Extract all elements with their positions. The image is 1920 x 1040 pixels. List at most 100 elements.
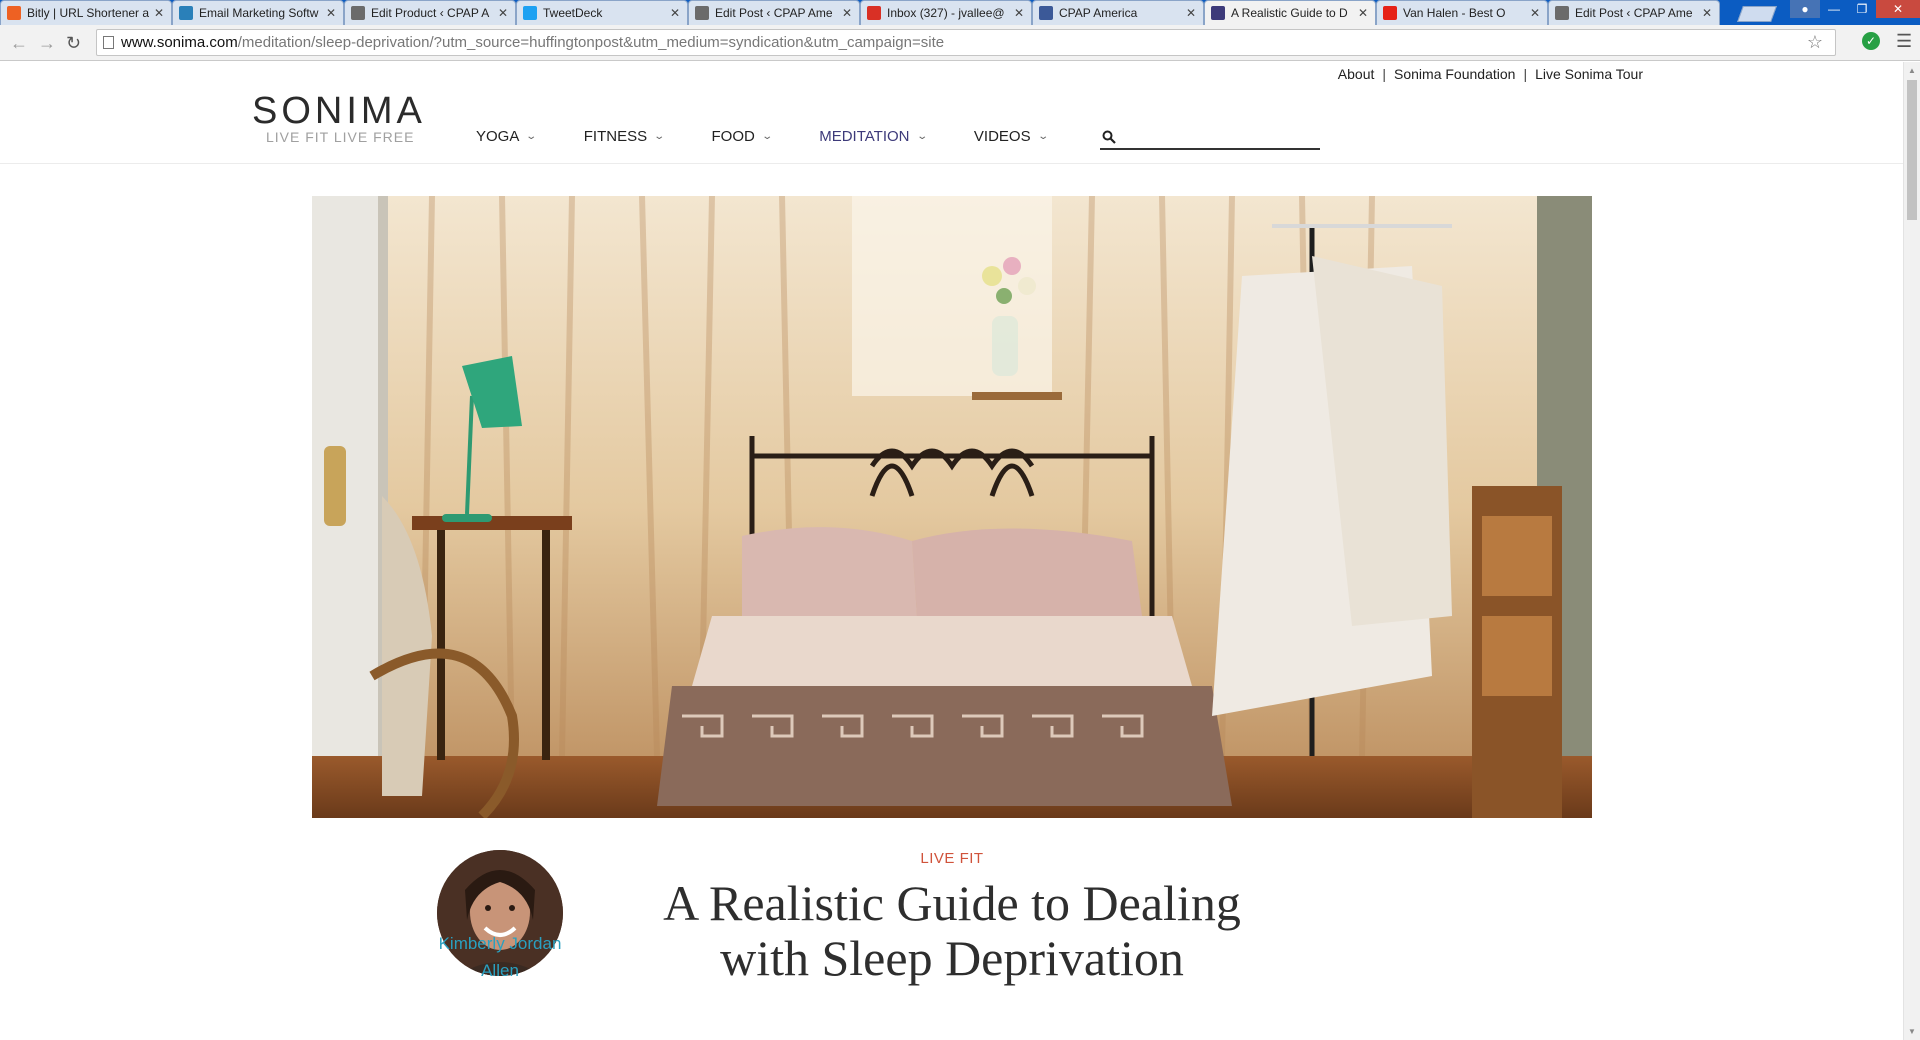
url-path: /meditation/sleep-deprivation/?utm_sourc…	[237, 34, 945, 51]
chevron-down-icon: ⌄	[525, 131, 538, 142]
tab-favicon-icon	[1039, 6, 1053, 20]
tab-close-icon[interactable]: ✕	[1357, 6, 1369, 20]
author-name-line2: Allen	[481, 961, 519, 980]
page-icon	[103, 36, 114, 49]
window-controls: ● — ❐ ✕	[1790, 0, 1920, 20]
nav-yoga[interactable]: YOGA ⌄	[476, 128, 538, 145]
site-header: About | Sonima Foundation | Live Sonima …	[0, 62, 1903, 164]
live-sonima-tour-link[interactable]: Live Sonima Tour	[1535, 66, 1643, 82]
article-kicker[interactable]: LIVE FIT	[900, 850, 1004, 867]
nav-label: FOOD	[711, 128, 755, 145]
tab-favicon-icon	[1555, 6, 1569, 20]
tab-close-icon[interactable]: ✕	[325, 6, 337, 20]
nav-label: VIDEOS	[973, 128, 1031, 145]
author-name-line1: Kimberly Jordan	[438, 934, 562, 953]
tab-title: TweetDeck	[543, 6, 603, 20]
tab-favicon-icon	[867, 6, 881, 20]
browser-tab[interactable]: Inbox (327) - jvallee@ ✕	[860, 0, 1032, 25]
tab-close-icon[interactable]: ✕	[1013, 6, 1025, 20]
nav-label: YOGA	[476, 128, 520, 145]
tab-title: Edit Post ‹ CPAP Ame	[715, 6, 833, 20]
nav-label: FITNESS	[583, 128, 648, 145]
address-bar-row: ← → ↻ www.sonima.com/meditation/sleep-de…	[0, 25, 1920, 61]
browser-tab[interactable]: CPAP America ✕	[1032, 0, 1204, 25]
tab-close-icon[interactable]: ✕	[1529, 6, 1541, 20]
browser-menu-icon[interactable]: ☰	[1896, 31, 1912, 52]
bedroom-photo	[312, 196, 1592, 818]
tab-strip: Bitly | URL Shortener a ✕ Email Marketing …	[0, 0, 1920, 25]
tab-favicon-icon	[695, 6, 709, 20]
browser-tab[interactable]: TweetDeck ✕	[516, 0, 688, 25]
article-title-line2: with Sleep Deprivation	[720, 930, 1184, 986]
utility-links: About | Sonima Foundation | Live Sonima …	[1338, 66, 1643, 82]
nav-food[interactable]: FOOD ⌄	[711, 128, 773, 145]
tab-title: Edit Product ‹ CPAP A	[371, 6, 490, 20]
page-viewport: About | Sonima Foundation | Live Sonima …	[0, 62, 1903, 1040]
new-tab-button[interactable]	[1737, 6, 1777, 22]
browser-tab[interactable]: Van Halen - Best O ✕	[1376, 0, 1548, 25]
user-profile-icon[interactable]: ●	[1790, 0, 1820, 18]
tab-title: Email Marketing Softw	[199, 6, 319, 20]
separator: |	[1523, 66, 1528, 82]
browser-tab[interactable]: Edit Post ‹ CPAP Ame ✕	[688, 0, 860, 25]
chevron-down-icon: ⌄	[761, 131, 773, 142]
forward-icon[interactable]: →	[38, 33, 56, 54]
tab-close-icon[interactable]: ✕	[841, 6, 853, 20]
tab-favicon-icon	[1383, 6, 1397, 20]
search-input[interactable]	[1122, 127, 1320, 147]
nav-meditation[interactable]: MEDITATION ⌄	[819, 128, 928, 145]
bookmark-star-icon[interactable]: ☆	[1807, 32, 1823, 53]
about-link[interactable]: About	[1338, 66, 1375, 82]
tab-title: Bitly | URL Shortener a	[27, 6, 149, 20]
tab-favicon-icon	[7, 6, 21, 20]
chevron-down-icon: ⌄	[915, 131, 928, 142]
url-host: www.sonima.com	[121, 34, 238, 51]
browser-tab[interactable]: Edit Product ‹ CPAP A ✕	[344, 0, 516, 25]
nav-fitness[interactable]: FITNESS ⌄	[583, 128, 666, 145]
scrollbar-thumb[interactable]	[1907, 80, 1917, 220]
hero-image	[312, 196, 1592, 818]
nav-videos[interactable]: VIDEOS ⌄	[973, 128, 1049, 145]
main-navigation: YOGA ⌄ FITNESS ⌄ FOOD ⌄ MEDITATION ⌄ VIDEOS ⌄	[476, 128, 1095, 145]
tab-close-icon[interactable]: ✕	[497, 6, 509, 20]
nav-label: MEDITATION	[819, 128, 910, 145]
article-title-line1: A Realistic Guide to Dealing	[663, 875, 1241, 931]
tab-close-icon[interactable]: ✕	[153, 6, 165, 20]
browser-tab[interactable]: A Realistic Guide to D ✕	[1204, 0, 1376, 25]
tab-title: Inbox (327) - jvallee@	[887, 6, 1005, 20]
tab-title: Edit Post ‹ CPAP Ame	[1575, 6, 1693, 20]
scroll-down-icon[interactable]: ▼	[1908, 1027, 1916, 1036]
tab-favicon-icon	[179, 6, 193, 20]
site-search	[1100, 126, 1320, 150]
chevron-down-icon: ⌄	[1036, 131, 1049, 142]
tab-close-icon[interactable]: ✕	[1185, 6, 1197, 20]
url-field[interactable]: www.sonima.com/meditation/sleep-deprivat…	[96, 29, 1836, 56]
tab-title: Van Halen - Best O	[1403, 6, 1506, 20]
tab-close-icon[interactable]: ✕	[1701, 6, 1713, 20]
tab-title: A Realistic Guide to D	[1231, 6, 1348, 20]
logo-tagline: LIVE FIT LIVE FREE	[266, 129, 415, 145]
sonima-foundation-link[interactable]: Sonima Foundation	[1394, 66, 1515, 82]
back-icon[interactable]: ←	[10, 33, 28, 54]
scroll-up-icon[interactable]: ▲	[1908, 66, 1916, 75]
search-icon[interactable]	[1102, 130, 1116, 144]
tab-favicon-icon	[523, 6, 537, 20]
extension-check-icon[interactable]: ✓	[1862, 32, 1880, 50]
chevron-down-icon: ⌄	[653, 131, 666, 142]
tab-title: CPAP America	[1059, 6, 1138, 20]
page-scrollbar[interactable]: ▲ ▼	[1903, 62, 1920, 1040]
browser-tab[interactable]: Bitly | URL Shortener a ✕	[0, 0, 172, 25]
restore-button[interactable]: ❐	[1848, 0, 1876, 18]
reload-icon[interactable]: ↻	[66, 33, 81, 54]
tab-close-icon[interactable]: ✕	[669, 6, 681, 20]
tab-favicon-icon	[351, 6, 365, 20]
browser-tab[interactable]: Email Marketing Softw ✕	[172, 0, 344, 25]
author-name[interactable]: Kimberly Jordan Allen	[420, 930, 580, 984]
site-logo[interactable]: SONIMA LIVE FIT LIVE FREE	[252, 90, 426, 145]
minimize-button[interactable]: —	[1820, 0, 1848, 18]
separator: |	[1382, 66, 1387, 82]
logo-wordmark: SONIMA	[252, 90, 426, 132]
browser-tab[interactable]: Edit Post ‹ CPAP Ame ✕	[1548, 0, 1720, 25]
close-window-button[interactable]: ✕	[1876, 0, 1920, 18]
tab-favicon-icon	[1211, 6, 1225, 20]
